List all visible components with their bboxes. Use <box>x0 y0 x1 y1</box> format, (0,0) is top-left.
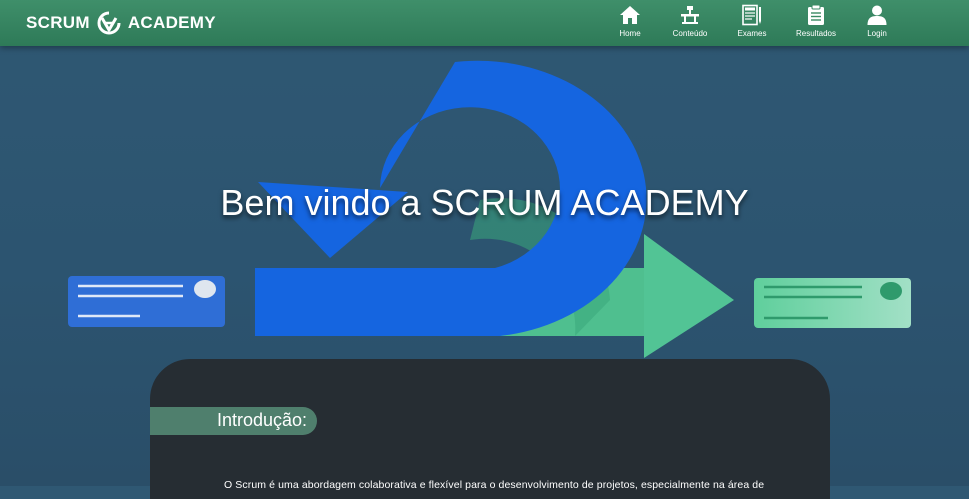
section-title-pill: Introdução: <box>150 407 317 435</box>
hero-title: Bem vindo a SCRUM ACADEMY <box>220 182 749 223</box>
content-icon <box>681 6 699 24</box>
nav-label-exames: Exames <box>737 29 767 38</box>
clipboard-icon <box>808 4 824 25</box>
user-icon <box>867 5 887 25</box>
exam-icon <box>742 4 761 26</box>
nav-item-login[interactable]: Login <box>847 4 907 44</box>
nav-label-conteudo: Conteúdo <box>672 29 708 38</box>
home-icon <box>620 6 640 24</box>
nav-label-resultados: Resultados <box>795 29 837 38</box>
nav-item-conteudo[interactable]: Conteúdo <box>660 4 720 44</box>
section-title: Introdução: <box>217 410 308 430</box>
nav-label-login: Login <box>867 29 887 38</box>
nav-menu: Home Conteúdo Exames Resultados Login <box>0 4 969 44</box>
nav-label-home: Home <box>619 29 641 38</box>
backlog-card-right <box>754 278 911 328</box>
nav-item-home[interactable]: Home <box>600 4 660 44</box>
backlog-card-left <box>68 276 225 327</box>
intro-paragraph: O Scrum é uma abordagem colaborativa e f… <box>224 478 765 491</box>
nav-item-exames[interactable]: Exames <box>722 4 782 44</box>
content-card: Introdução: O Scrum é uma abordagem cola… <box>150 359 830 499</box>
nav-item-resultados[interactable]: Resultados <box>786 4 846 44</box>
top-navbar: SCRUM ACADEMY Home Conteúdo Exames Resul… <box>0 0 969 46</box>
